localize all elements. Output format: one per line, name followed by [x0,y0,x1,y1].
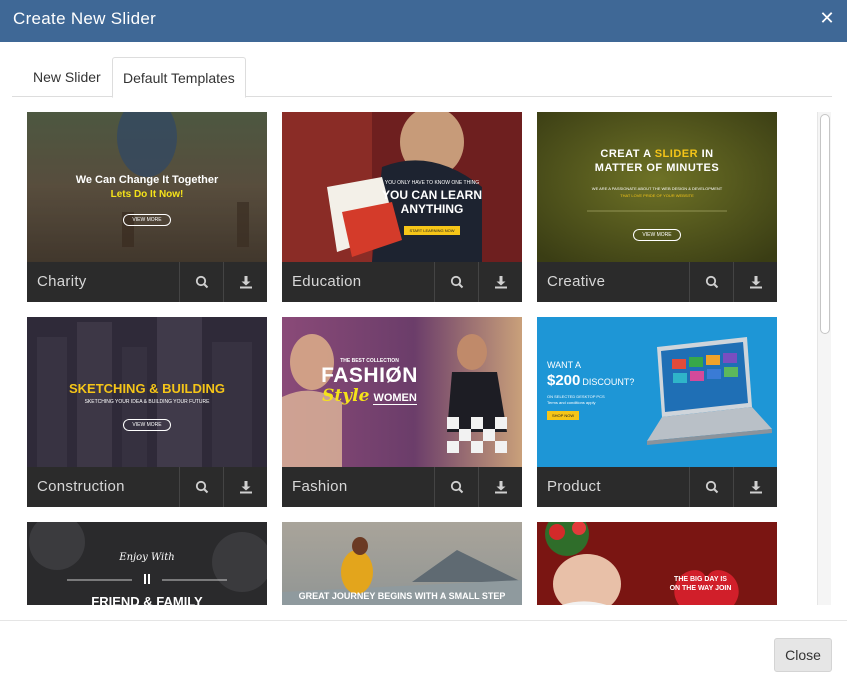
slide-price: $200 [547,372,581,389]
template-footer: Creative [537,262,777,302]
slide-script: Style [322,386,370,406]
template-footer: Education [282,262,522,302]
preview-button[interactable] [179,262,223,302]
slide-headline: YOU CAN LEARN [381,188,482,202]
install-button[interactable] [478,467,522,507]
template-name: Education [292,273,362,290]
template-thumbnail[interactable]: WANT A $200 DISCOUNT? ON SELECTED DESKTO… [537,317,777,467]
slide-subheadline: Lets Do It Now! [110,189,184,200]
template-card-travel[interactable]: GREAT JOURNEY BEGINS WITH A SMALL STEP [282,522,522,605]
slide-cta: START LEARNING NOW [404,226,460,235]
dialog-title: Create New Slider [13,9,157,28]
slide-text: SKETCHING YOUR IDEA & BUILDING YOUR FUTU… [84,399,210,405]
slide-headline-2: ANYTHING [400,202,464,216]
slide-headline: SKETCHING & BUILDING [69,381,225,396]
slide-tagline: YOU ONLY HAVE TO KNOW ONE THING [384,180,480,186]
template-thumbnail[interactable]: YOU ONLY HAVE TO KNOW ONE THING YOU CAN … [282,112,522,262]
template-thumbnail[interactable]: CREAT A SLIDER IN MATTER OF MINUTES WE A… [537,112,777,262]
magnifier-icon [450,480,463,494]
install-button[interactable] [478,262,522,302]
slide-tagline: WANT A [547,360,582,370]
slide-cta: VIEW MORE [123,214,171,226]
slide-cta: VIEW MORE [633,229,681,241]
slide-headline: THE BIG DAY IS [674,576,727,583]
close-button[interactable]: Close [774,638,832,672]
slide-headline: DISCOUNT? [582,377,635,387]
preview-button[interactable] [434,262,478,302]
dialog-titlebar: Create New Slider ✕ [0,0,847,42]
install-button[interactable] [733,467,777,507]
slide-subheadline: WOMEN [373,392,417,405]
install-button[interactable] [223,262,267,302]
install-button[interactable] [733,262,777,302]
template-thumbnail[interactable]: SKETCHING & BUILDING SKETCHING YOUR IDEA… [27,317,267,467]
download-icon [239,481,252,494]
close-icon[interactable]: ✕ [818,8,836,28]
download-icon [749,481,762,494]
template-thumbnail[interactable]: THE BEST COLLECTION FASHIØN Style WOMEN [282,317,522,467]
template-thumbnail[interactable]: THE BIG DAY IS ON THE WAY JOIN [537,522,777,605]
tab-bar: New Slider Default Templates [12,57,832,98]
magnifier-icon [705,275,718,289]
template-footer: Charity [27,262,267,302]
preview-button[interactable] [689,467,733,507]
magnifier-icon [705,480,718,494]
tab-default-templates[interactable]: Default Templates [112,57,246,98]
slide-text-2: THAT LOVE PRIDE OF YOUR WEBSITE [620,193,694,198]
download-icon [239,276,252,289]
preview-button[interactable] [689,262,733,302]
slide-tagline: Enjoy With [119,552,175,563]
template-grid: We Can Change It Together Lets Do It Now… [12,98,832,605]
template-name: Creative [547,273,606,290]
slide-headline: We Can Change It Together [75,174,219,186]
template-card-product[interactable]: WANT A $200 DISCOUNT? ON SELECTED DESKTO… [537,317,777,507]
template-thumbnail[interactable]: We Can Change It Together Lets Do It Now… [27,112,267,262]
template-card-food[interactable]: Enjoy With FRIEND & FAMILY [27,522,267,605]
template-card-charity[interactable]: We Can Change It Together Lets Do It Now… [27,112,267,302]
slide-headline: CREAT A SLIDER IN [600,148,714,160]
magnifier-icon [195,275,208,289]
template-card-fashion[interactable]: THE BEST COLLECTION FASHIØN Style WOMEN … [282,317,522,507]
preview-button[interactable] [179,467,223,507]
slide-text: WE ARE A PASSIONATE ABOUT THE WEB DESIGN… [591,186,723,191]
template-footer: Construction [27,467,267,507]
template-name: Charity [37,273,87,290]
download-icon [494,481,507,494]
template-card-education[interactable]: YOU ONLY HAVE TO KNOW ONE THING YOU CAN … [282,112,522,302]
magnifier-icon [195,480,208,494]
install-button[interactable] [223,467,267,507]
slide-headline: FASHIØN [321,364,418,387]
template-card-creative[interactable]: CREAT A SLIDER IN MATTER OF MINUTES WE A… [537,112,777,302]
slide-cta: VIEW MORE [123,419,171,431]
preview-button[interactable] [434,467,478,507]
template-name: Product [547,478,601,495]
template-footer: Fashion [282,467,522,507]
slide-cta: SHOP NOW [547,411,580,420]
slide-headline: GREAT JOURNEY BEGINS WITH A SMALL STEP [298,591,506,601]
slide-headline-2: MATTER OF MINUTES [594,162,720,174]
vertical-scrollbar[interactable] [817,112,831,605]
slide-text-2: Terms and conditions apply [547,400,596,405]
template-card-construction[interactable]: SKETCHING & BUILDING SKETCHING YOUR IDEA… [27,317,267,507]
slide-headline: FRIEND & FAMILY [91,594,203,605]
template-name: Fashion [292,478,348,495]
download-icon [749,276,762,289]
template-thumbnail[interactable]: Enjoy With FRIEND & FAMILY [27,522,267,605]
dialog-footer: Close [0,620,847,686]
template-footer: Product [537,467,777,507]
template-thumbnail[interactable]: GREAT JOURNEY BEGINS WITH A SMALL STEP [282,522,522,605]
template-name: Construction [37,478,125,495]
slide-text: ON SELECTED DESKTOP PCS [547,394,605,399]
magnifier-icon [450,275,463,289]
download-icon [494,276,507,289]
template-card-wedding[interactable]: THE BIG DAY IS ON THE WAY JOIN [537,522,777,605]
scrollbar-thumb[interactable] [820,114,830,334]
tab-new-slider[interactable]: New Slider [23,57,111,97]
slide-headline-2: ON THE WAY JOIN [669,585,732,592]
